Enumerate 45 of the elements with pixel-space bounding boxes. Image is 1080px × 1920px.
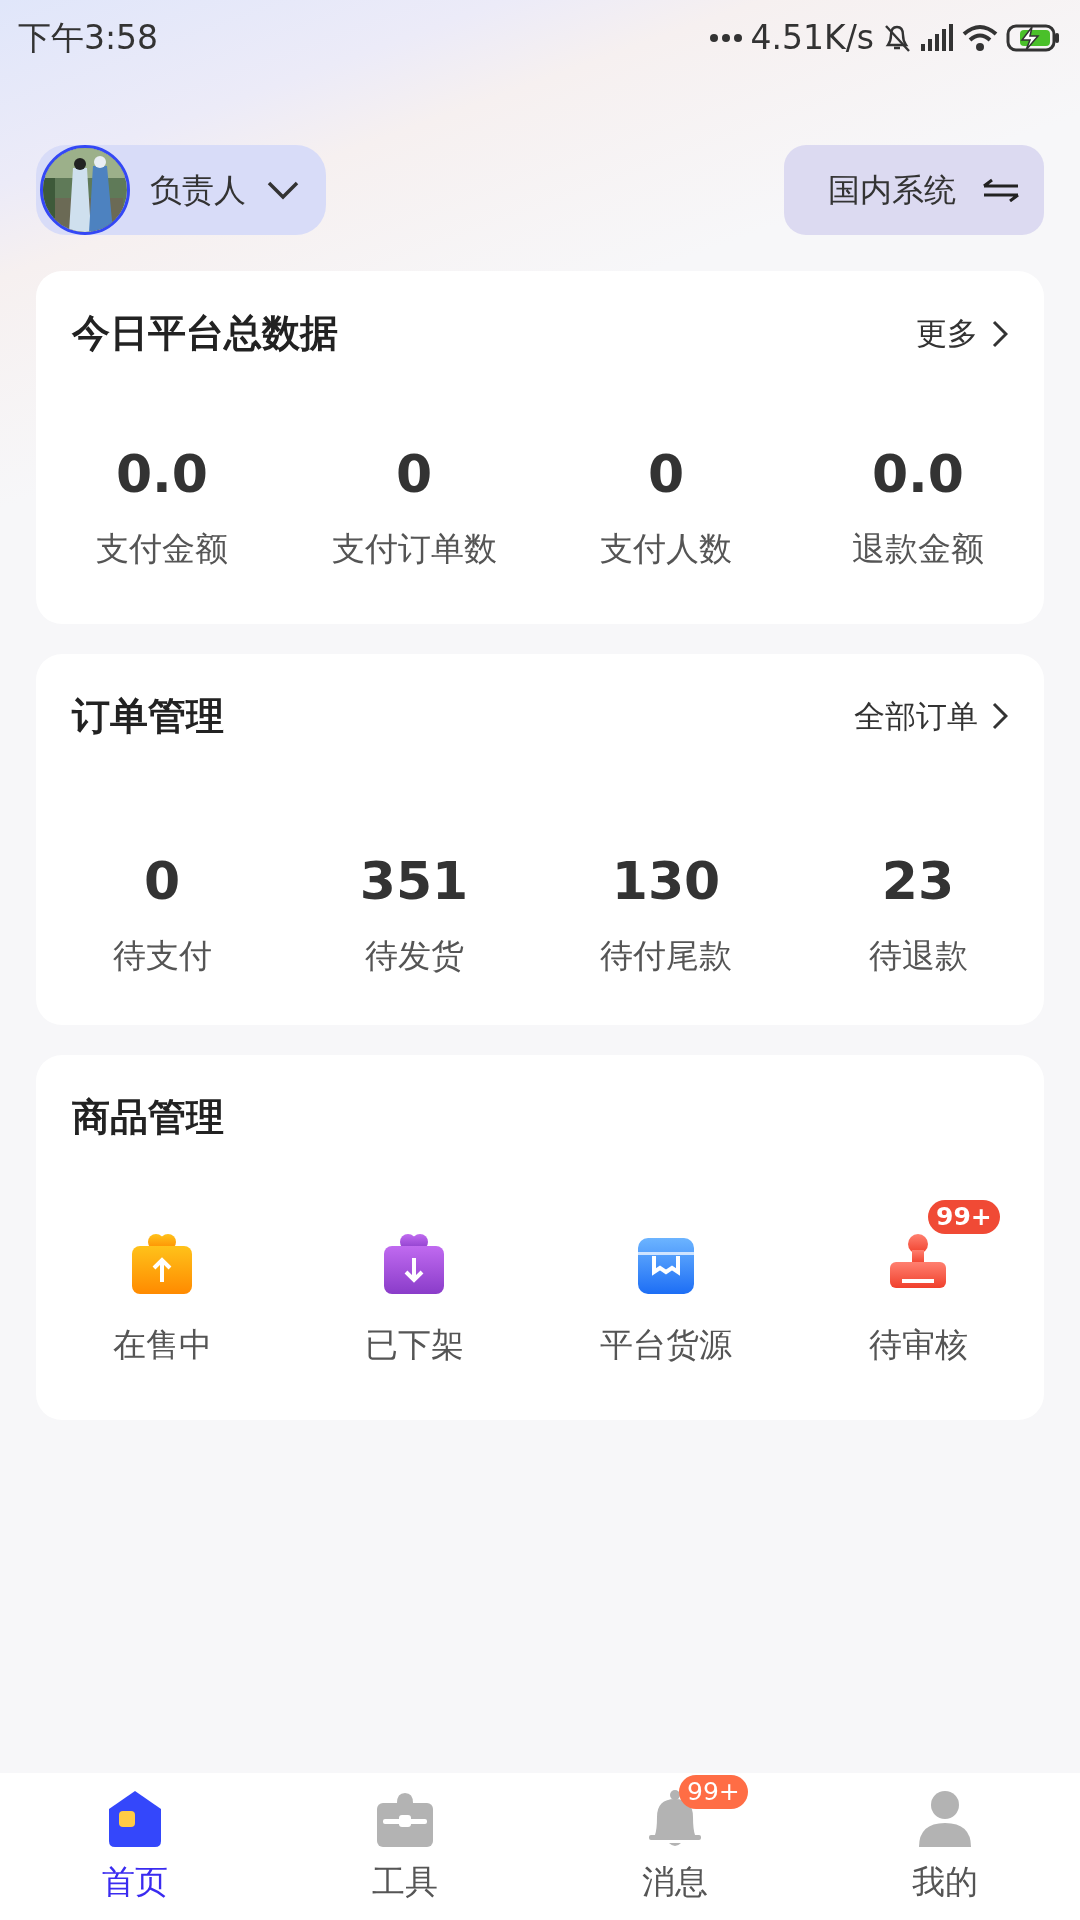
stat-label: 支付金额 xyxy=(96,528,228,570)
stat-label: 待发货 xyxy=(364,934,464,977)
network-speed: 4.51K/s xyxy=(750,16,874,59)
tab-item[interactable]: 工具 xyxy=(270,1773,540,1920)
tab-item[interactable]: 99+ 消息 xyxy=(540,1773,810,1920)
view-all-link[interactable]: 更多 xyxy=(916,310,1008,357)
count-badge: 99+ xyxy=(679,1775,748,1809)
system-switcher[interactable]: 国内系统 xyxy=(784,145,1044,235)
chevron-down-icon xyxy=(266,180,300,200)
chevron-right-icon xyxy=(992,702,1008,730)
stat-label: 支付人数 xyxy=(600,528,732,570)
stat-value: 0 xyxy=(143,854,181,907)
stat-value: 130 xyxy=(611,854,721,907)
user-switcher[interactable]: 负责人 xyxy=(36,145,326,235)
product-category[interactable]: 已下架 xyxy=(288,1196,540,1370)
stat-value: 351 xyxy=(359,854,469,907)
card-title: 商品管理 xyxy=(72,1094,225,1141)
product-category[interactable]: 99+ 待审核 xyxy=(792,1196,1044,1370)
card-title: 订单管理 xyxy=(72,692,224,740)
stat-label: 待退款 xyxy=(868,934,968,977)
user-name: 负责人 xyxy=(150,170,246,211)
chevron-right-icon xyxy=(992,319,1008,348)
stat-value: 0 xyxy=(395,448,433,500)
swap-arrows-icon xyxy=(982,178,1020,202)
system-name: 国内系统 xyxy=(828,170,956,211)
stat-label: 待付尾款 xyxy=(600,934,732,977)
product-category[interactable]: 在售中 xyxy=(36,1196,288,1370)
view-all-link[interactable]: 全部订单 xyxy=(854,692,1008,740)
stat-value: 0.0 xyxy=(115,448,209,500)
stat-value: 0.0 xyxy=(871,448,965,500)
tab-item[interactable]: 我的 xyxy=(810,1773,1080,1920)
stat-label: 待支付 xyxy=(112,934,212,977)
battery-charging-icon xyxy=(1006,23,1060,52)
stat-label: 退款金额 xyxy=(852,528,984,570)
stat-value: 0 xyxy=(647,448,685,500)
signal-icon xyxy=(920,23,954,52)
tab-item[interactable]: 首页 xyxy=(0,1773,270,1920)
product-category[interactable]: 平台货源 xyxy=(540,1196,792,1370)
card-title: 今日平台总数据 xyxy=(72,310,338,357)
stat-label: 支付订单数 xyxy=(331,528,497,570)
stat-value: 23 xyxy=(881,854,955,907)
count-badge: 99+ xyxy=(928,1200,1000,1234)
wifi-icon xyxy=(962,23,998,52)
more-dots-icon xyxy=(708,32,743,43)
status-time: 下午3:58 xyxy=(18,16,159,59)
